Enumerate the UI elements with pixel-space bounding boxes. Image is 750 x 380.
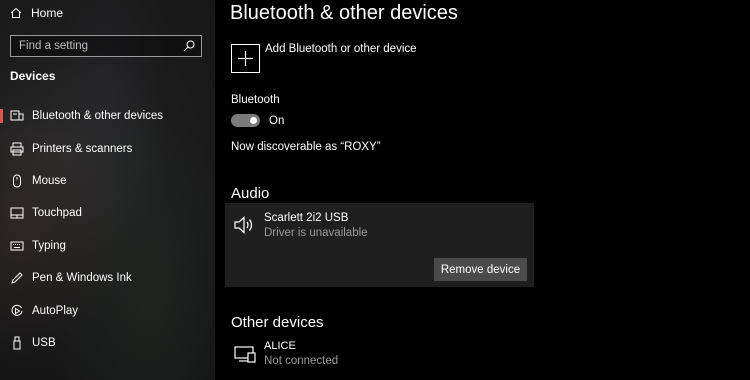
keyboard-icon: [9, 238, 25, 254]
add-icon: [231, 44, 260, 73]
toggle-knob: [250, 117, 257, 124]
search-box[interactable]: [10, 35, 202, 57]
audio-device-card[interactable]: Scarlett 2i2 USB Driver is unavailable R…: [225, 203, 534, 287]
sidebar-item-usb[interactable]: USB: [0, 327, 215, 359]
mouse-icon: [9, 173, 25, 189]
discoverable-text: Now discoverable as “ROXY”: [231, 141, 381, 153]
home-link[interactable]: Home: [10, 5, 63, 21]
sidebar-item-label: Mouse: [32, 174, 67, 187]
sidebar-item-label: Pen & Windows Ink: [32, 272, 132, 285]
bluetooth-label: Bluetooth: [231, 94, 280, 106]
sidebar-item-typing[interactable]: Typing: [0, 230, 215, 262]
sidebar-nav: Bluetooth & other devices Printers & sca…: [0, 100, 215, 359]
pen-icon: [9, 270, 25, 286]
add-device-button[interactable]: Add Bluetooth or other device: [231, 42, 417, 73]
other-device-status: Not connected: [264, 355, 339, 367]
sidebar-item-label: AutoPlay: [32, 304, 79, 317]
autoplay-icon: [9, 303, 25, 319]
other-device-name: ALICE: [264, 340, 296, 352]
bluetooth-toggle[interactable]: [231, 114, 260, 127]
sidebar-item-label: USB: [32, 336, 56, 349]
bluetooth-devices-icon: [9, 108, 25, 124]
printer-icon: [9, 141, 25, 157]
other-devices-heading: Other devices: [231, 314, 324, 331]
sidebar-item-autoplay[interactable]: AutoPlay: [0, 294, 215, 326]
sidebar-item-pen[interactable]: Pen & Windows Ink: [0, 262, 215, 294]
usb-icon: [9, 335, 25, 351]
sidebar-item-bluetooth[interactable]: Bluetooth & other devices: [0, 100, 215, 132]
audio-device-name: Scarlett 2i2 USB: [264, 212, 349, 224]
touchpad-icon: [9, 205, 25, 221]
computer-icon: [234, 346, 256, 363]
sidebar-item-label: Bluetooth & other devices: [32, 110, 164, 123]
sidebar-item-label: Typing: [32, 239, 66, 252]
home-icon: [10, 7, 22, 18]
sidebar: Home Devices Bluetooth & other devices P…: [0, 0, 215, 380]
audio-device-status: Driver is unavailable: [264, 227, 368, 239]
home-label: Home: [31, 6, 64, 20]
main-panel: Bluetooth & other devices Add Bluetooth …: [215, 0, 750, 380]
audio-heading: Audio: [231, 185, 270, 202]
page-title: Bluetooth & other devices: [230, 2, 458, 24]
speaker-icon: [234, 216, 253, 234]
sidebar-item-printers[interactable]: Printers & scanners: [0, 132, 215, 164]
search-input[interactable]: [11, 36, 184, 56]
remove-device-button[interactable]: Remove device: [434, 258, 527, 281]
sidebar-item-touchpad[interactable]: Touchpad: [0, 197, 215, 229]
sidebar-section-title: Devices: [10, 69, 56, 83]
sidebar-item-label: Printers & scanners: [32, 142, 133, 155]
sidebar-item-label: Touchpad: [32, 207, 82, 220]
add-device-label: Add Bluetooth or other device: [265, 42, 417, 55]
bluetooth-toggle-state: On: [269, 115, 285, 127]
search-icon[interactable]: [181, 38, 197, 54]
sidebar-item-mouse[interactable]: Mouse: [0, 165, 215, 197]
other-device-item[interactable]: ALICE Not connected: [231, 340, 431, 370]
